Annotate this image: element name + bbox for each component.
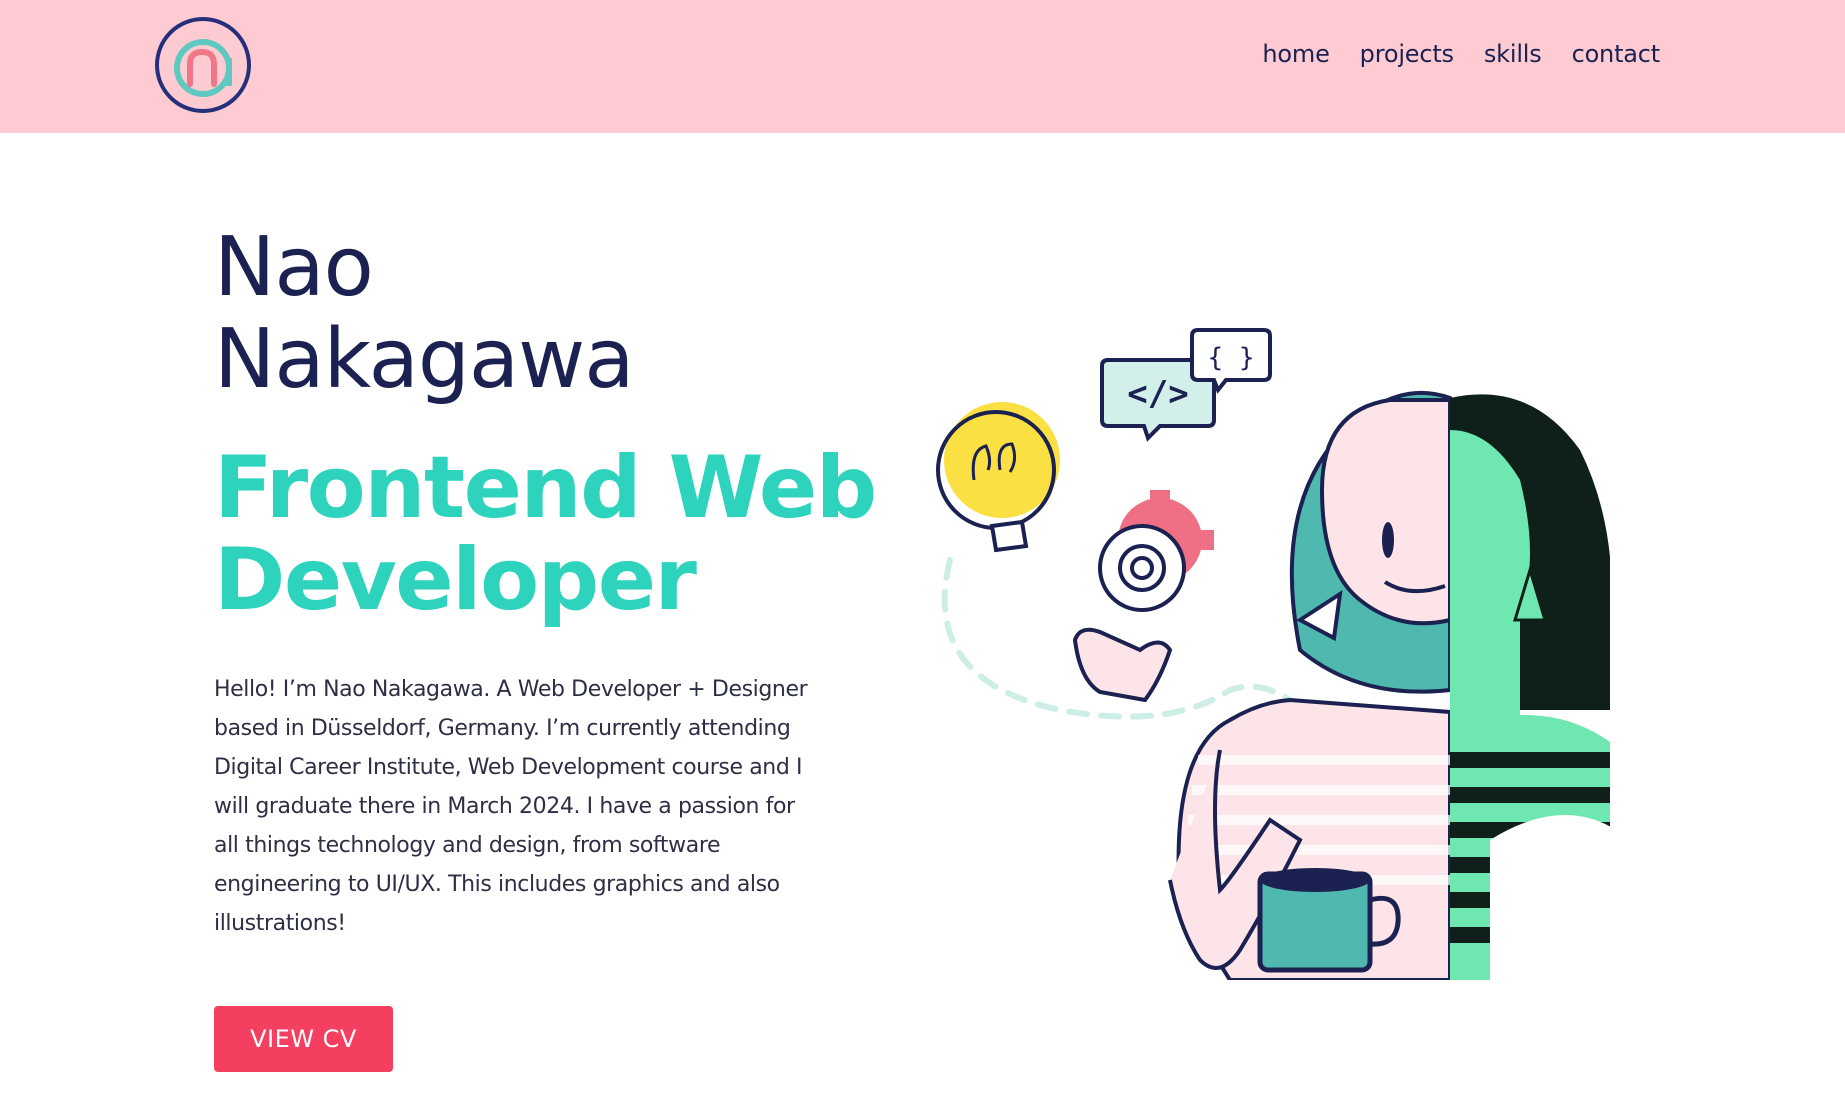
site-header: home projects skills contact bbox=[0, 0, 1845, 133]
role-line2: Developer bbox=[214, 530, 697, 630]
code-bubble-text: </> bbox=[1127, 374, 1188, 414]
photo-half-portrait bbox=[1450, 394, 1610, 980]
lightbulb-icon bbox=[936, 402, 1060, 553]
hero-name: Nao Nakagawa bbox=[214, 222, 824, 406]
nav-skills-link[interactable]: skills bbox=[1484, 40, 1542, 68]
view-cv-button[interactable]: VIEW CV bbox=[214, 1006, 393, 1072]
nav-projects-link[interactable]: projects bbox=[1360, 40, 1454, 68]
braces-bubble-icon: { } bbox=[1190, 328, 1272, 394]
gear-outline-icon bbox=[1098, 524, 1186, 612]
braces-bubble-text: { } bbox=[1208, 343, 1255, 373]
hero-text: Nao Nakagawa Frontend Web Developer Hell… bbox=[214, 222, 877, 943]
main-nav: home projects skills contact bbox=[1262, 40, 1660, 68]
nav-contact-link[interactable]: contact bbox=[1572, 40, 1661, 68]
hero-illustration: </> { } bbox=[936, 328, 1610, 980]
intro-paragraph: Hello! I’m Nao Nakagawa. A Web Developer… bbox=[214, 677, 808, 936]
hero-role: Frontend Web Developer bbox=[214, 438, 877, 630]
role-line1: Frontend Web bbox=[214, 438, 877, 538]
logo-icon[interactable] bbox=[154, 16, 252, 114]
name-first: Nao bbox=[214, 220, 374, 315]
name-last: Nakagawa bbox=[214, 312, 635, 407]
hand-icon bbox=[1072, 627, 1173, 703]
nav-home-link[interactable]: home bbox=[1262, 40, 1329, 68]
